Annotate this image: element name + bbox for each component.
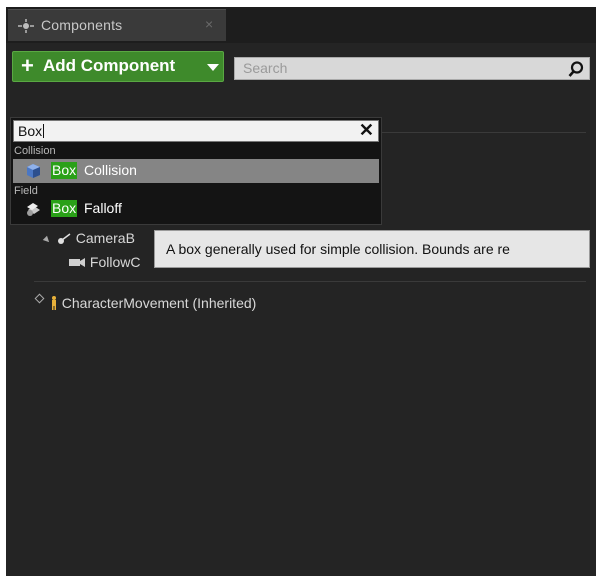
component-search-input[interactable]: Box ✕ [13,120,379,142]
category-label-field: Field [14,185,38,197]
menu-item-box-falloff[interactable]: Box Falloff [13,197,379,221]
tree-item-label: CameraB [75,230,135,246]
menu-item-label: Falloff [84,200,122,216]
camera-icon [69,258,85,267]
component-tooltip: A box generally used for simple collisio… [154,230,590,268]
menu-item-label: Collision [84,162,137,178]
category-label-collision: Collision [14,145,56,157]
components-window: Components × + Add Component Search Came… [6,7,596,576]
chevron-down-icon [207,64,219,71]
box-falloff-icon [27,203,40,216]
match-highlight: Box [51,162,78,179]
tree-item-camera-boom[interactable]: CameraB [42,230,135,246]
search-query: Box [18,123,43,139]
expand-arrow-icon[interactable] [42,235,52,245]
plus-icon: + [21,53,34,78]
tree-item-label: CharacterMovement (Inherited) [61,295,257,311]
menu-item-box-collision[interactable]: Box Collision [13,159,379,183]
tooltip-text: A box generally used for simple collisio… [166,241,510,257]
search-placeholder: Search [243,60,288,76]
add-component-button[interactable]: + Add Component [12,51,224,82]
divider [34,281,586,282]
tab-components[interactable]: Components × [8,9,226,41]
diamond-icon [34,293,45,304]
tree-item-follow-camera[interactable]: FollowC [68,254,140,270]
spring-arm-icon [57,233,71,244]
character-icon [51,296,56,310]
components-panel: + Add Component Search CameraB FollowC C… [6,43,596,576]
components-icon [18,19,34,33]
match-highlight: Box [51,200,78,217]
tab-bar: Components × [6,7,596,43]
search-input[interactable]: Search [234,57,590,80]
tree-item-label: FollowC [89,254,141,270]
add-component-dropdown: Box ✕ Collision Box Collision Field Box … [10,117,382,225]
add-component-label: Add Component [43,56,176,75]
text-cursor [43,124,45,138]
search-icon[interactable] [567,60,585,78]
clear-icon[interactable]: ✕ [359,120,374,141]
tree-item-character-movement[interactable]: CharacterMovement (Inherited) [34,293,257,311]
close-icon[interactable]: × [205,16,213,32]
box-collision-icon [27,164,40,178]
tab-title: Components [41,17,123,33]
